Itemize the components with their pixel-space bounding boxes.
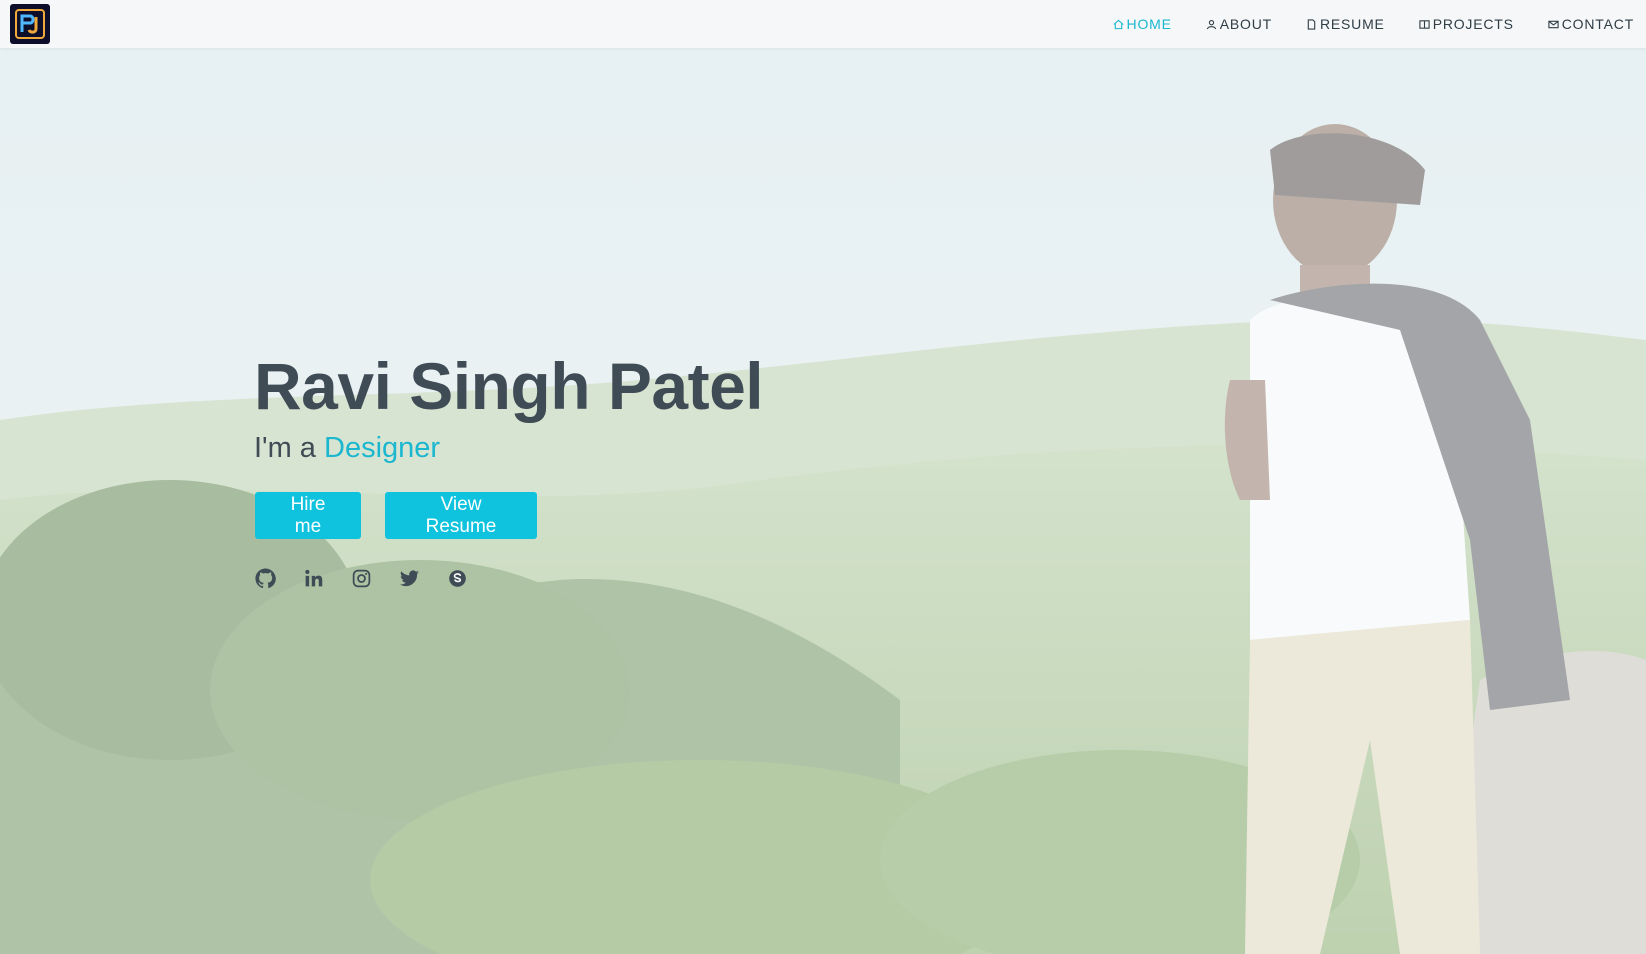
user-icon (1206, 19, 1216, 29)
github-link[interactable] (255, 568, 276, 589)
hero-role-typed: Designer (324, 432, 441, 464)
hire-me-button[interactable]: Hire me (255, 492, 361, 539)
nav-label-projects: PROJECTS (1432, 16, 1514, 32)
home-icon (1113, 19, 1123, 29)
twitter-icon (399, 570, 420, 587)
view-resume-button[interactable]: View Resume (385, 492, 537, 539)
rj-monogram-logo-icon (15, 9, 45, 39)
github-icon (255, 568, 276, 589)
hero-subtitle: I'm a Designer (254, 432, 440, 465)
hero-overlay (0, 0, 1646, 954)
twitter-link[interactable] (399, 568, 420, 589)
envelope-icon (1548, 20, 1559, 28)
nav-label-about: ABOUT (1219, 16, 1272, 32)
nav-item-resume[interactable]: RESUME (1306, 16, 1385, 32)
nav-item-contact[interactable]: CONTACT (1548, 16, 1634, 32)
instagram-link[interactable] (351, 568, 372, 589)
linkedin-link[interactable] (303, 568, 324, 589)
hero-name: Ravi Singh Patel (254, 349, 764, 423)
social-links (255, 568, 468, 589)
hero-intro-prefix: I'm a (254, 432, 316, 464)
skype-icon (449, 570, 466, 587)
top-navbar: HOME ABOUT RESUME PROJECTS CONTACT (0, 0, 1646, 48)
nav-item-about[interactable]: ABOUT (1206, 16, 1272, 32)
main-navigation: HOME ABOUT RESUME PROJECTS CONTACT (1079, 0, 1634, 48)
nav-item-home[interactable]: HOME (1113, 16, 1172, 32)
book-icon (1419, 19, 1430, 29)
skype-link[interactable] (447, 568, 468, 589)
site-logo[interactable] (10, 4, 50, 44)
instagram-icon (352, 569, 371, 588)
nav-label-contact: CONTACT (1561, 16, 1634, 32)
file-icon (1307, 18, 1316, 30)
nav-item-projects[interactable]: PROJECTS (1419, 16, 1514, 32)
linkedin-icon (305, 569, 323, 587)
nav-label-home: HOME (1126, 16, 1172, 32)
nav-label-resume: RESUME (1319, 16, 1385, 32)
